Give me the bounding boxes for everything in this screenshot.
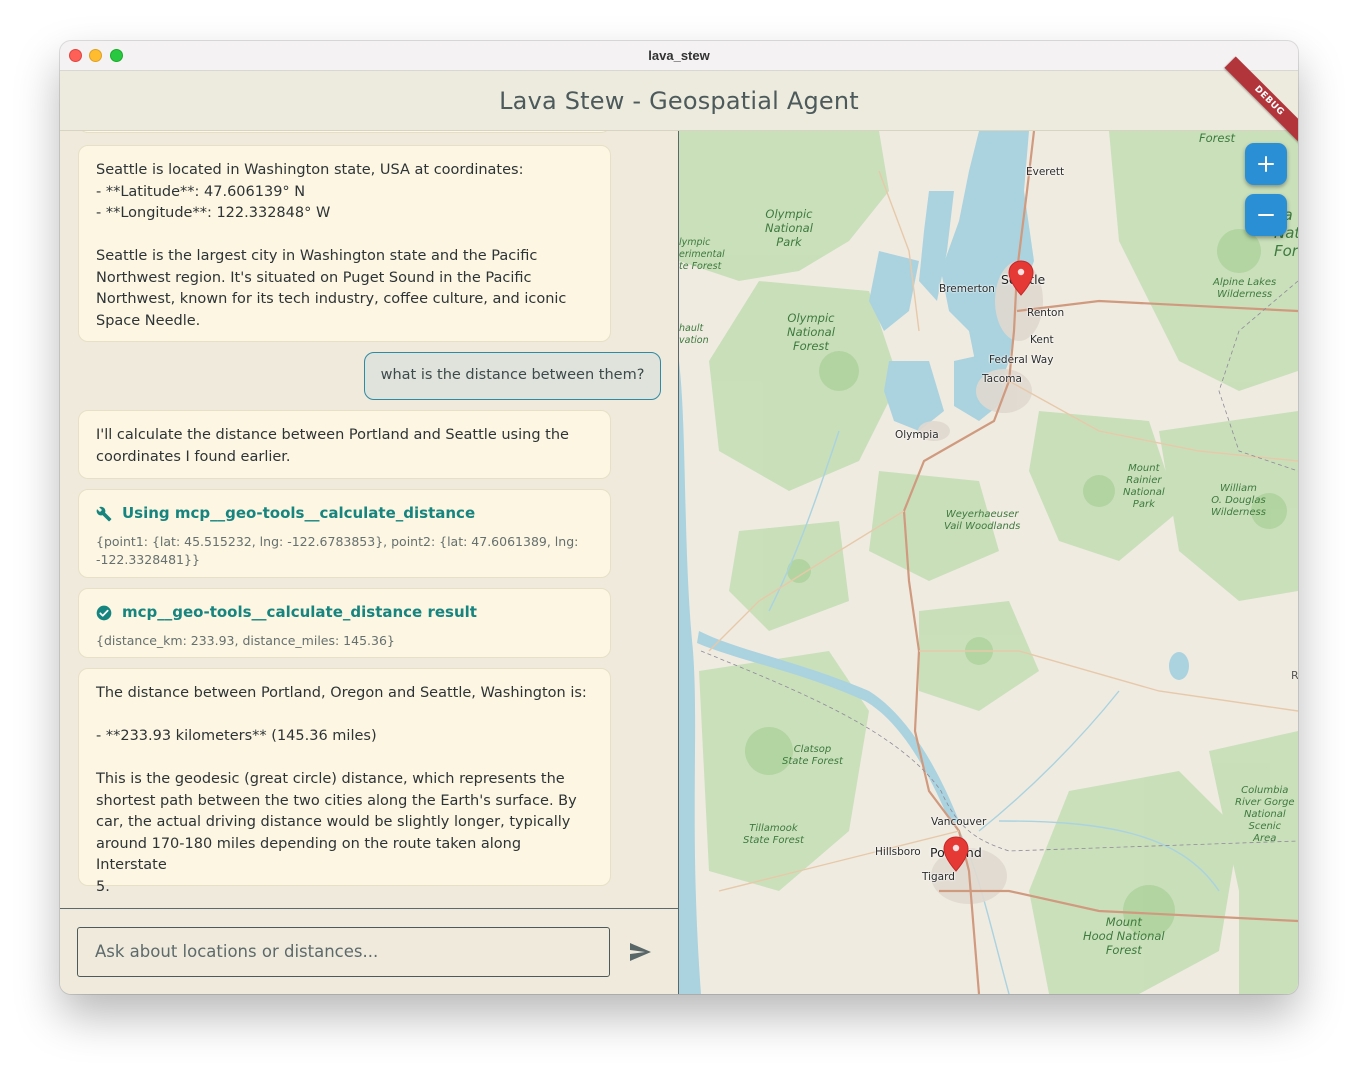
map-tiles[interactable]	[679, 131, 1298, 994]
input-placeholder: Ask about locations or distances...	[95, 942, 379, 961]
city-label: Tigard	[922, 871, 955, 883]
tool-result-title: mcp__geo-tools__calculate_distance resul…	[122, 603, 477, 621]
message-text: what is the distance between them?	[380, 367, 645, 383]
assistant-message: The distance between Portland, Oregon an…	[78, 668, 611, 895]
map-label: R	[1291, 669, 1298, 682]
check-circle-icon	[96, 605, 112, 621]
city-label: Kent	[1030, 334, 1054, 346]
map-label: Forest	[1199, 131, 1235, 145]
wrench-icon	[96, 506, 112, 522]
map-pin-icon[interactable]	[943, 836, 969, 872]
city-label: Renton	[1027, 307, 1065, 319]
map-label: Alpine Lakes Wilderness	[1213, 277, 1277, 300]
map-pin-icon[interactable]	[1008, 260, 1034, 296]
message-composer: Ask about locations or distances...	[60, 908, 679, 994]
message-text: I'll calculate the distance between Port…	[96, 427, 569, 465]
map-label: Olympic National Forest	[787, 311, 835, 353]
app-title: Lava Stew - Geospatial Agent	[499, 87, 859, 115]
map-label: Tillamook State Forest	[743, 823, 804, 846]
map-label: Mount Rainier National Park	[1123, 463, 1165, 510]
city-label: Bremerton	[939, 283, 995, 295]
tool-call-args: {point1: {lat: 45.515232, lng: -122.6783…	[96, 533, 579, 567]
map-label: Weyerhaeuser Vail Woodlands	[944, 509, 1021, 532]
tool-result-card: mcp__geo-tools__calculate_distance resul…	[78, 588, 611, 658]
city-label: Hillsboro	[875, 846, 921, 858]
previous-message-bubble	[78, 131, 611, 133]
app-window: lava_stew Lava Stew - Geospatial Agent D…	[60, 41, 1298, 994]
tool-call-card: Using mcp__geo-tools__calculate_distance…	[78, 489, 611, 578]
message-text: Seattle is located in Washington state, …	[96, 162, 567, 329]
city-label: Vancouver	[931, 816, 987, 828]
app-bar: Lava Stew - Geospatial Agent DEBUG	[60, 56, 1298, 146]
assistant-message: I'll calculate the distance between Port…	[78, 410, 611, 479]
title-bar: lava_stew	[60, 41, 1298, 71]
map-label: Mount Hood National Forest	[1083, 915, 1165, 957]
city-label: Olympia	[895, 429, 939, 441]
chat-panel: Seattle is located in Washington state, …	[60, 131, 679, 994]
map-view[interactable]: Forest Olympic National Park lympic erim…	[679, 131, 1298, 994]
map-label: lympic erimental te Forest	[679, 237, 725, 272]
map-label: Columbia River Gorge National Scenic Are…	[1235, 785, 1295, 844]
tool-call-title: Using mcp__geo-tools__calculate_distance	[122, 504, 476, 522]
city-label: Federal Way	[989, 354, 1054, 366]
send-icon[interactable]	[626, 940, 654, 964]
city-label: Tacoma	[982, 373, 1022, 385]
user-message: what is the distance between them?	[364, 352, 661, 400]
window-title: lava_stew	[648, 48, 710, 63]
map-label: Clatsop State Forest	[782, 744, 843, 767]
message-input[interactable]: Ask about locations or distances...	[77, 927, 610, 977]
tool-result-value: {distance_km: 233.93, distance_miles: 14…	[96, 632, 395, 648]
city-label: Everett	[1026, 166, 1065, 178]
zoom-out-button[interactable]	[1245, 194, 1287, 236]
zoom-in-button[interactable]	[1245, 143, 1287, 185]
assistant-message: Seattle is located in Washington state, …	[78, 145, 611, 342]
message-text: The distance between Portland, Oregon an…	[96, 685, 587, 895]
map-label: hault vation	[679, 323, 709, 346]
map-label: Olympic National Park	[765, 207, 813, 249]
map-label: William O. Douglas Wilderness	[1211, 483, 1266, 518]
